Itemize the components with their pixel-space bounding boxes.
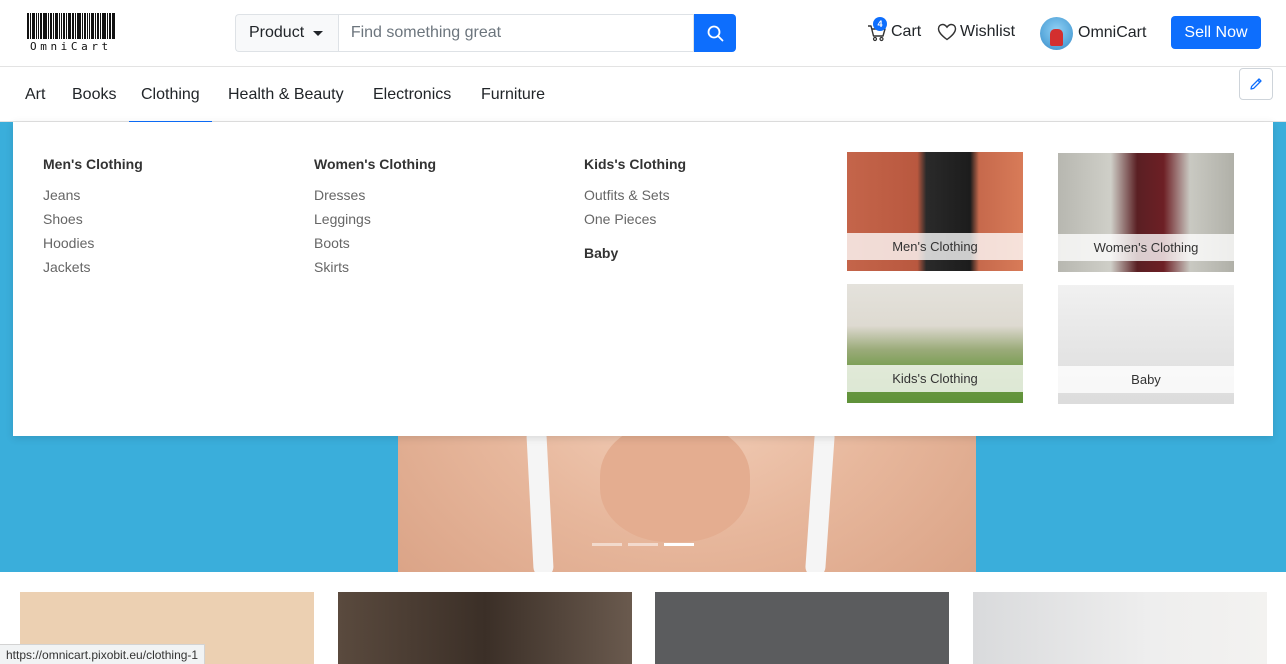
product-card-image[interactable] bbox=[973, 592, 1267, 664]
menu-heading-kids-clothing[interactable]: Kids's Clothing bbox=[584, 156, 686, 172]
nav-item-clothing[interactable]: Clothing bbox=[129, 67, 212, 123]
cart-label: Cart bbox=[891, 23, 922, 40]
site-header: OmniCart Product 4 Cart Wishlist OmniCar… bbox=[0, 0, 1286, 67]
menu-column-kids: Kids's Clothing Outfits & Sets One Piece… bbox=[584, 156, 686, 272]
logo-text: OmniCart bbox=[30, 40, 112, 53]
status-bar-url: https://omnicart.pixobit.eu/clothing-1 bbox=[0, 644, 206, 664]
category-tile-kids[interactable]: Kids's Clothing bbox=[847, 284, 1023, 403]
category-nav: Art Books Clothing Health & Beauty Elect… bbox=[0, 67, 1286, 123]
category-tile-womens[interactable]: Women's Clothing bbox=[1058, 153, 1234, 272]
search-category-label: Product bbox=[249, 24, 305, 41]
caret-down-icon bbox=[313, 30, 324, 36]
wishlist-link[interactable]: Wishlist bbox=[937, 18, 1015, 46]
user-account-link[interactable]: OmniCart bbox=[1040, 16, 1146, 50]
cart-count-badge: 4 bbox=[873, 17, 887, 31]
user-name: OmniCart bbox=[1078, 24, 1147, 41]
nav-item-electronics[interactable]: Electronics bbox=[373, 67, 451, 122]
menu-heading-womens-clothing[interactable]: Women's Clothing bbox=[314, 156, 436, 172]
nav-item-health-beauty[interactable]: Health & Beauty bbox=[228, 67, 344, 122]
heart-icon bbox=[937, 23, 957, 41]
menu-link-hoodies[interactable]: Hoodies bbox=[43, 231, 143, 255]
product-card-image[interactable] bbox=[655, 592, 949, 664]
menu-column-womens: Women's Clothing Dresses Leggings Boots … bbox=[314, 156, 436, 279]
menu-link-dresses[interactable]: Dresses bbox=[314, 183, 436, 207]
nav-item-books[interactable]: Books bbox=[72, 67, 116, 122]
pencil-icon bbox=[1250, 78, 1262, 90]
menu-link-one-pieces[interactable]: One Pieces bbox=[584, 207, 686, 231]
menu-link-jeans[interactable]: Jeans bbox=[43, 183, 143, 207]
barcode-logo-icon bbox=[27, 13, 135, 39]
menu-heading-mens-clothing[interactable]: Men's Clothing bbox=[43, 156, 143, 172]
menu-link-skirts[interactable]: Skirts bbox=[314, 255, 436, 279]
carousel-indicator-3[interactable] bbox=[664, 543, 694, 546]
clothing-mega-menu: Men's Clothing Jeans Shoes Hoodies Jacke… bbox=[13, 122, 1273, 436]
search-icon bbox=[707, 25, 723, 41]
category-tile-label: Women's Clothing bbox=[1058, 234, 1234, 261]
cart-icon: 4 bbox=[866, 17, 888, 43]
carousel-indicator-2[interactable] bbox=[628, 543, 658, 546]
search-category-dropdown[interactable]: Product bbox=[235, 14, 338, 52]
category-tile-label: Men's Clothing bbox=[847, 233, 1023, 260]
product-card-image[interactable] bbox=[338, 592, 632, 664]
category-tile-baby[interactable]: Baby bbox=[1058, 285, 1234, 404]
menu-link-jackets[interactable]: Jackets bbox=[43, 255, 143, 279]
menu-column-mens: Men's Clothing Jeans Shoes Hoodies Jacke… bbox=[43, 156, 143, 279]
wishlist-label: Wishlist bbox=[960, 23, 1016, 40]
search-input[interactable] bbox=[337, 14, 695, 52]
avatar bbox=[1040, 16, 1073, 50]
category-tile-mens[interactable]: Men's Clothing bbox=[847, 152, 1023, 271]
category-tile-label: Kids's Clothing bbox=[847, 365, 1023, 392]
carousel-indicator-1[interactable] bbox=[592, 543, 622, 546]
edit-button[interactable] bbox=[1239, 68, 1273, 100]
menu-link-outfits-sets[interactable]: Outfits & Sets bbox=[584, 183, 686, 207]
menu-link-boots[interactable]: Boots bbox=[314, 231, 436, 255]
menu-link-shoes[interactable]: Shoes bbox=[43, 207, 143, 231]
sell-now-button[interactable]: Sell Now bbox=[1171, 16, 1261, 49]
search-button[interactable] bbox=[694, 14, 736, 52]
menu-link-leggings[interactable]: Leggings bbox=[314, 207, 436, 231]
menu-heading-baby[interactable]: Baby bbox=[584, 245, 686, 261]
search-bar: Product bbox=[235, 14, 736, 52]
nav-item-art[interactable]: Art bbox=[25, 67, 45, 122]
carousel-indicators bbox=[592, 543, 694, 546]
site-logo[interactable]: OmniCart bbox=[27, 13, 135, 55]
category-tile-label: Baby bbox=[1058, 366, 1234, 393]
nav-item-furniture[interactable]: Furniture bbox=[481, 67, 545, 122]
cart-link[interactable]: 4 Cart bbox=[866, 17, 922, 46]
hero-image-hand bbox=[600, 422, 750, 542]
